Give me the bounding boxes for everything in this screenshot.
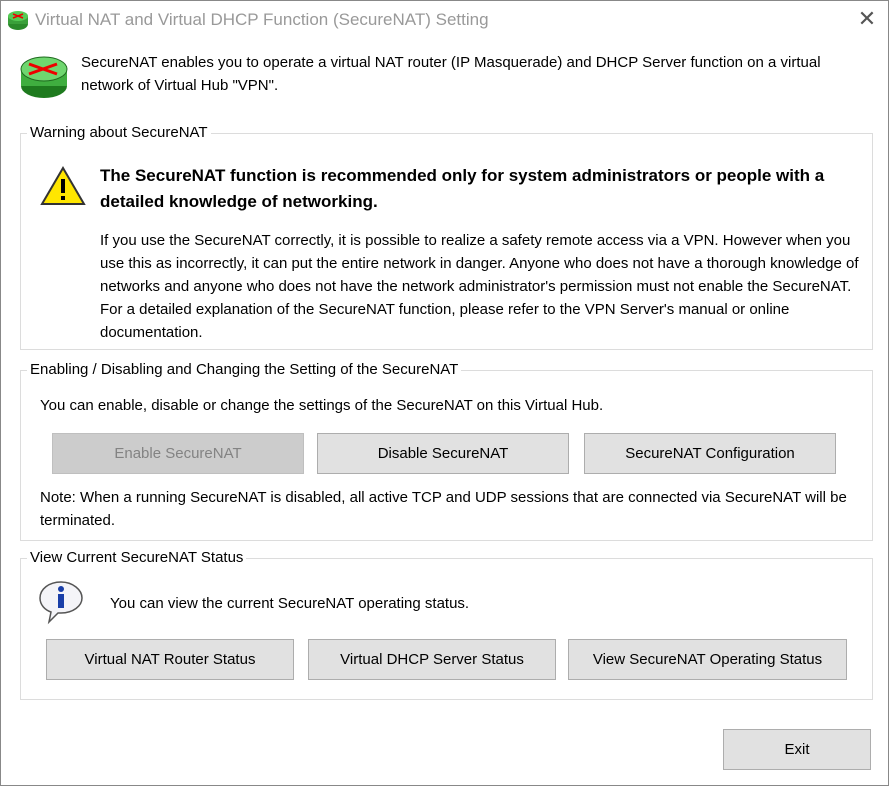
warning-icon bbox=[40, 166, 86, 205]
securenat-operating-status-button[interactable]: View SecureNAT Operating Status bbox=[568, 639, 847, 680]
info-icon bbox=[39, 581, 83, 625]
close-button[interactable]: ✕ bbox=[853, 5, 881, 33]
virtual-dhcp-server-status-button[interactable]: Virtual DHCP Server Status bbox=[308, 639, 556, 680]
window-title: Virtual NAT and Virtual DHCP Function (S… bbox=[35, 10, 489, 29]
settings-desc: You can enable, disable or change the se… bbox=[40, 397, 604, 414]
settings-note: Note: When a running SecureNAT is disabl… bbox=[40, 489, 847, 529]
settings-legend: Enabling / Disabling and Changing the Se… bbox=[27, 361, 462, 379]
disable-securenat-button[interactable]: Disable SecureNAT bbox=[317, 433, 569, 474]
virtual-nat-router-status-button[interactable]: Virtual NAT Router Status bbox=[46, 639, 294, 680]
warning-heading: The SecureNAT function is recommended on… bbox=[100, 166, 825, 211]
warning-body: If you use the SecureNAT correctly, it i… bbox=[100, 232, 859, 341]
router-icon-large bbox=[20, 56, 68, 98]
status-desc: You can view the current SecureNAT opera… bbox=[110, 595, 470, 612]
securenat-dialog: Virtual NAT and Virtual DHCP Function (S… bbox=[0, 0, 889, 786]
settings-group: Enabling / Disabling and Changing the Se… bbox=[20, 361, 873, 541]
exit-button[interactable]: Exit bbox=[723, 729, 871, 770]
router-icon bbox=[8, 11, 28, 30]
status-legend: View Current SecureNAT Status bbox=[27, 549, 247, 567]
warning-legend: Warning about SecureNAT bbox=[27, 124, 211, 142]
status-group: View Current SecureNAT Status You can vi… bbox=[20, 549, 873, 700]
intro-text: SecureNAT enables you to operate a virtu… bbox=[81, 54, 821, 94]
securenat-configuration-button[interactable]: SecureNAT Configuration bbox=[584, 433, 836, 474]
warning-group: Warning about SecureNAT The SecureNAT fu… bbox=[20, 124, 873, 350]
enable-securenat-button[interactable]: Enable SecureNAT bbox=[52, 433, 304, 474]
